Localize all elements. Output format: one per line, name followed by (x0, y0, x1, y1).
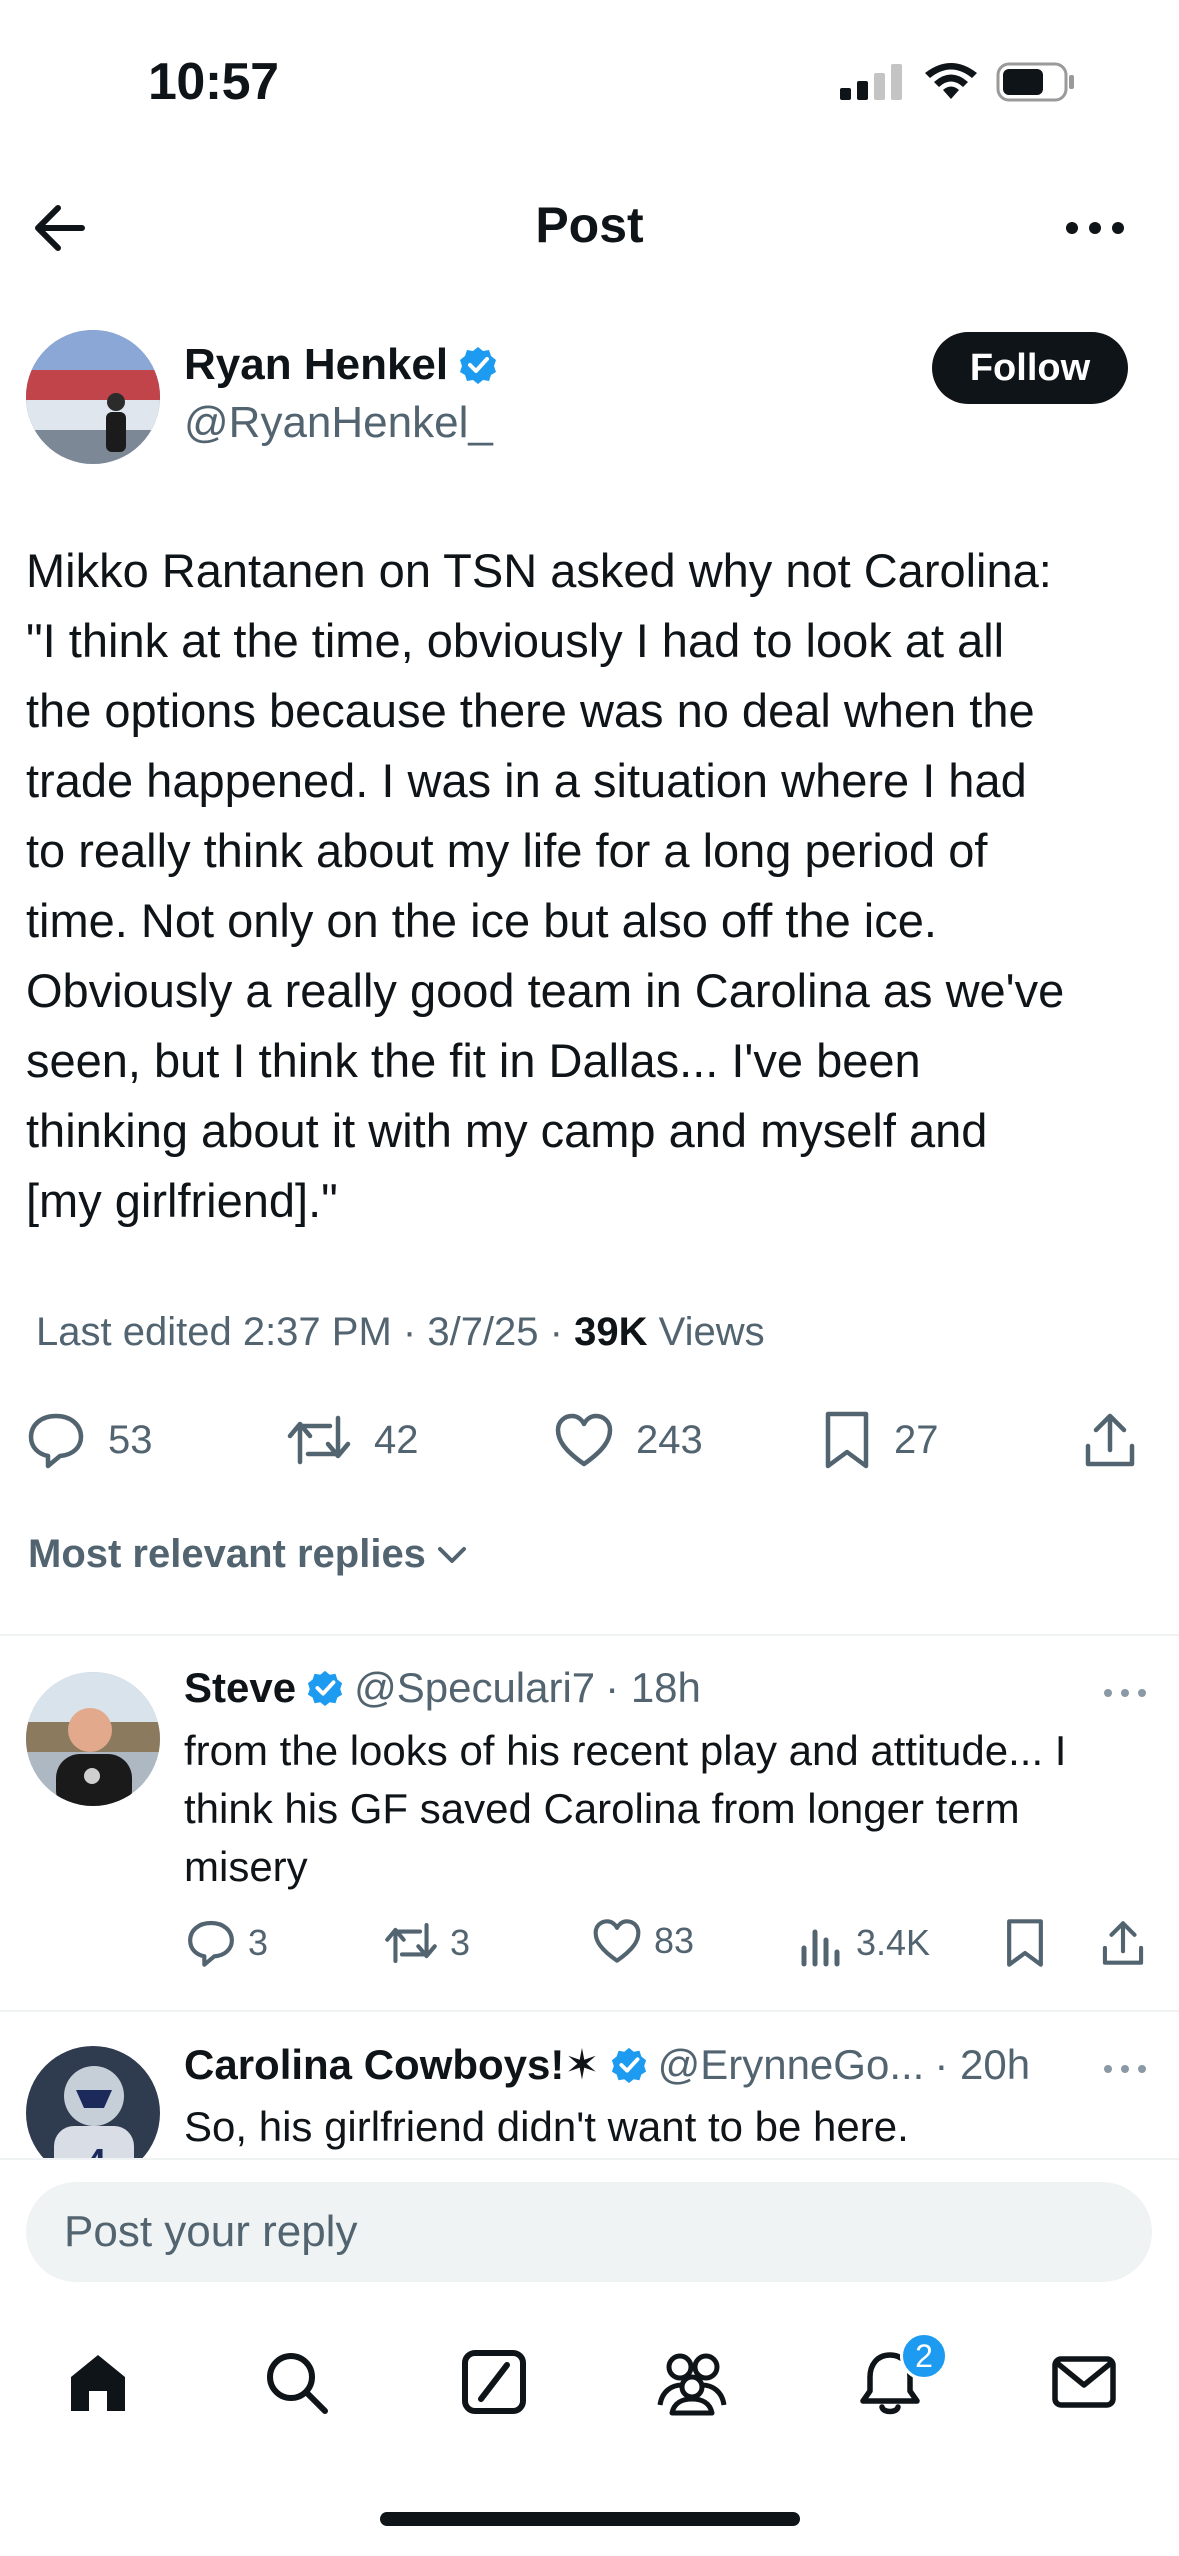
reply-action[interactable]: 53 (26, 1405, 153, 1475)
replies-sort-label: Most relevant replies (28, 1532, 426, 1576)
share-icon (1102, 1921, 1144, 1965)
reply-time: · 18h (605, 1664, 701, 1711)
reply-header: Carolina Cowboys!✶ @ErynneGo... · 20h (184, 2040, 1030, 2089)
search-icon (267, 2353, 328, 2414)
verified-badge-icon (611, 2047, 646, 2083)
post-meta: Last edited 2:37 PM · 3/7/25 · 39K Views (36, 1310, 765, 1355)
more-options-button[interactable] (1060, 196, 1130, 260)
views-label: Views (658, 1310, 765, 1354)
reply-icon (28, 1413, 84, 1469)
mail-icon (1052, 2356, 1116, 2408)
reply-author-name[interactable]: Carolina Cowboys!✶ (184, 2040, 600, 2089)
reply-time: · 20h (934, 2040, 1031, 2088)
heart-icon (593, 1919, 641, 1963)
views-count: 39K (574, 1310, 648, 1354)
reply-bookmark-action[interactable] (1004, 1918, 1046, 1968)
author-handle[interactable]: @RyanHenkel_ (184, 398, 493, 448)
chevron-down-icon (437, 1546, 466, 1563)
post-text: Mikko Rantanen on TSN asked why not Caro… (26, 544, 1065, 1227)
wifi-icon (925, 63, 977, 99)
divider (0, 2010, 1179, 2012)
reply-input[interactable]: Post your reply (26, 2182, 1152, 2282)
edited-timestamp[interactable]: Last edited 2:37 PM · 3/7/25 (36, 1310, 539, 1354)
replies-sort-dropdown[interactable]: Most relevant replies (28, 1532, 470, 1577)
reply-like-action[interactable]: 83 (592, 1918, 694, 1964)
reply-repost-count: 3 (450, 1922, 471, 1963)
verified-badge-icon (460, 347, 497, 384)
status-time: 10:57 (148, 53, 279, 111)
reply-reply-count: 3 (248, 1922, 269, 1963)
author-name-row[interactable]: Ryan Henkel (184, 340, 498, 390)
nav-grok[interactable] (454, 2342, 534, 2422)
share-action[interactable] (1082, 1405, 1138, 1475)
reply-avatar[interactable] (26, 1672, 160, 1806)
like-count: 243 (636, 1417, 703, 1462)
reply-author-handle[interactable]: @Speculari7 (354, 1664, 595, 1712)
more-dots-icon (1066, 222, 1124, 234)
communities-icon (657, 2353, 727, 2416)
home-indicator[interactable] (380, 2512, 800, 2526)
reply-text: So, his girlfriend didn't want to be her… (184, 2103, 909, 2150)
reply-author-name[interactable]: Steve (184, 1664, 296, 1712)
repost-icon (287, 1415, 351, 1465)
cellular-signal-icon (840, 64, 902, 100)
nav-communities[interactable] (652, 2342, 732, 2422)
share-icon (1085, 1413, 1135, 1467)
reply-text: from the looks of his recent play and at… (184, 1727, 1067, 1890)
notifications-badge: 2 (900, 2332, 948, 2380)
meta-separator: · (549, 1310, 575, 1354)
bookmark-count: 27 (894, 1417, 939, 1462)
reply-icon (188, 1920, 234, 1967)
more-dots-icon (1104, 1689, 1146, 1697)
author-avatar[interactable] (26, 330, 160, 464)
reply-more-button[interactable] (1100, 1678, 1150, 1708)
divider (0, 1634, 1179, 1636)
analytics-bars-icon (801, 1929, 840, 1967)
repost-count: 42 (374, 1417, 419, 1462)
nav-home[interactable] (58, 2342, 138, 2422)
author-name: Ryan Henkel (184, 340, 449, 389)
follow-button[interactable]: Follow (932, 332, 1128, 404)
reply-share-action[interactable] (1100, 1918, 1146, 1968)
repost-icon (385, 1922, 437, 1964)
page-title: Post (535, 197, 644, 253)
status-icons (840, 62, 1076, 102)
bookmark-icon (825, 1411, 869, 1469)
bookmark-icon (1007, 1919, 1043, 1967)
reply-header: Steve @Speculari7 · 18h (184, 1664, 701, 1712)
reply-more-button[interactable] (1100, 2054, 1150, 2084)
reply-reply-action[interactable]: 3 (186, 1918, 268, 1968)
grok-icon (462, 2350, 526, 2414)
battery-icon (996, 62, 1074, 102)
reply-count: 53 (108, 1417, 153, 1462)
like-action[interactable]: 243 (554, 1405, 703, 1475)
more-dots-icon (1104, 2065, 1146, 2073)
reply-views-count: 3.4K (856, 1922, 931, 1963)
nav-search[interactable] (256, 2342, 336, 2422)
home-icon (71, 2355, 125, 2411)
bookmark-action[interactable]: 27 (822, 1405, 939, 1475)
reply-like-count: 83 (654, 1920, 695, 1961)
nav-messages[interactable] (1044, 2342, 1124, 2422)
heart-icon (555, 1413, 613, 1467)
repost-action[interactable]: 42 (286, 1405, 419, 1475)
reply-views-action[interactable]: 3.4K (800, 1918, 930, 1968)
reply-author-handle[interactable]: @ErynneGo... (658, 2041, 925, 2089)
verified-badge-icon (307, 1670, 343, 1707)
reply-repost-action[interactable]: 3 (384, 1918, 470, 1968)
